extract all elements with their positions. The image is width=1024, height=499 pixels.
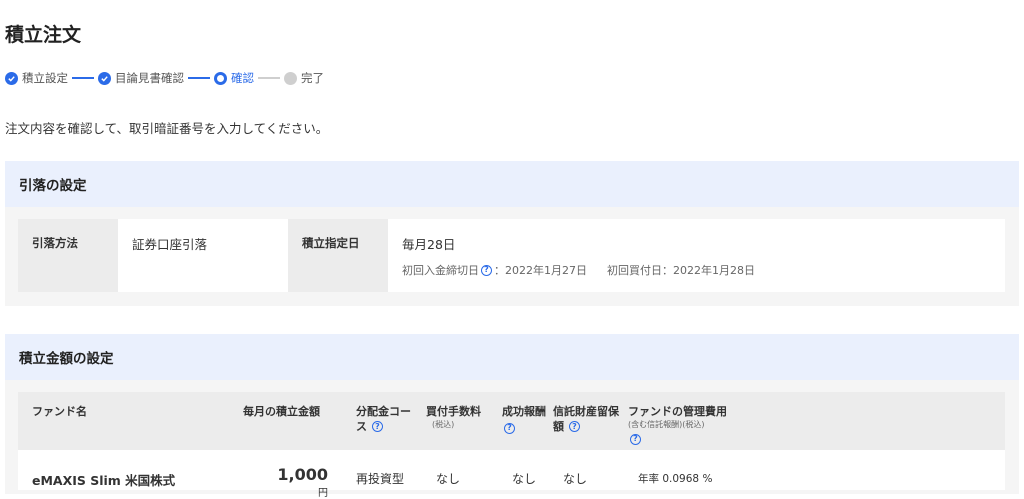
step-connector [258,77,280,79]
step-connector [72,77,94,79]
question-circle-icon[interactable]: ? [504,422,515,434]
step-1: 積立設定 [5,70,68,86]
section-title: 積立金額の設定 [5,334,1019,380]
trust-reserve-value: なし [563,472,588,486]
mgmt-cost-value: 年率 0.0968 % [638,473,713,485]
question-circle-icon[interactable]: ? [372,421,383,432]
col-success-fee: 成功報酬 ? [502,405,546,434]
first-buy-value: ：2022年1月28日 [662,264,755,277]
question-circle-icon[interactable]: ? [569,421,580,432]
first-dates: 初回入金締切日 ? ：2022年1月27日 初回買付日 ：2022年1月28日 [402,262,991,278]
schedule-date-value: 毎月28日 [402,237,456,252]
step-label: 目論見書確認 [115,71,184,85]
fund-table-header: ファンド名 毎月の積立金額 分配金コー ス ? 買付手数料 (税込) 成功報酬 … [18,392,1005,450]
col-purchase-fee: 買付手数料 (税込) [426,405,481,429]
col-dividend-course: 分配金コー ス ? [356,405,411,433]
fund-table: ファンド名 毎月の積立金額 分配金コー ス ? 買付手数料 (税込) 成功報酬 … [18,392,1005,499]
page-title: 積立注文 [5,24,82,46]
step-label: 積立設定 [22,71,68,85]
col-fund-name: ファンド名 [32,405,87,418]
grey-dot-icon [284,71,297,85]
monthly-amount: 1,000 円 [277,465,328,499]
step-4: 完了 [284,70,324,86]
check-circle-icon [98,71,111,85]
debit-method-value: 証券口座引落 [132,237,208,252]
step-label: 確認 [231,71,254,85]
ring-icon [214,71,227,85]
step-2: 目論見書確認 [98,70,184,86]
first-deposit-value: ：2022年1月27日 [494,264,587,277]
purchase-fee-value: なし [436,472,461,486]
step-3: 確認 [214,70,254,86]
amount-settings-section: 積立金額の設定 ファンド名 毎月の積立金額 分配金コー ス ? 買付手数料 (税… [5,334,1019,499]
instruction-text: 注文内容を確認して、取引暗証番号を入力してください。 [5,121,329,136]
question-circle-icon[interactable]: ? [630,433,641,445]
fund-name: eMAXIS Slim 米国株式 [32,473,176,488]
col-mgmt-cost: ファンドの管理費用 (含む信託報酬)(税込) ? [628,405,727,445]
schedule-date-cell: 毎月28日 初回入金締切日 ? ：2022年1月27日 初回買付日 ：2022年… [388,219,1005,292]
table-row: eMAXIS Slim 米国株式 1,000 円 再投資型 なし なし なし 年… [18,450,1005,499]
step-label: 完了 [301,71,324,85]
section-title: 引落の設定 [5,161,1019,207]
schedule-date-label: 積立指定日 [288,219,388,292]
success-fee-value: なし [512,472,537,486]
debit-settings-section: 引落の設定 引落方法 証券口座引落 積立指定日 毎月28日 初回入金締切日 ? … [5,161,1019,306]
col-monthly-amount: 毎月の積立金額 [243,405,320,418]
debit-settings-row: 引落方法 証券口座引落 積立指定日 毎月28日 初回入金締切日 ? ：2022年… [18,219,1005,292]
first-deposit-label: 初回入金締切日 [402,264,479,277]
step-connector [188,77,210,79]
dividend-course-value: 再投資型 [356,472,405,486]
debit-method-label: 引落方法 [18,219,118,292]
check-circle-icon [5,71,18,85]
first-buy-label: 初回買付日 [607,264,662,277]
col-trust-reserve: 信託財産留保 額 ? [553,405,619,433]
question-circle-icon[interactable]: ? [481,264,492,276]
progress-steps: 積立設定 目論見書確認 確認 完了 [5,70,324,86]
